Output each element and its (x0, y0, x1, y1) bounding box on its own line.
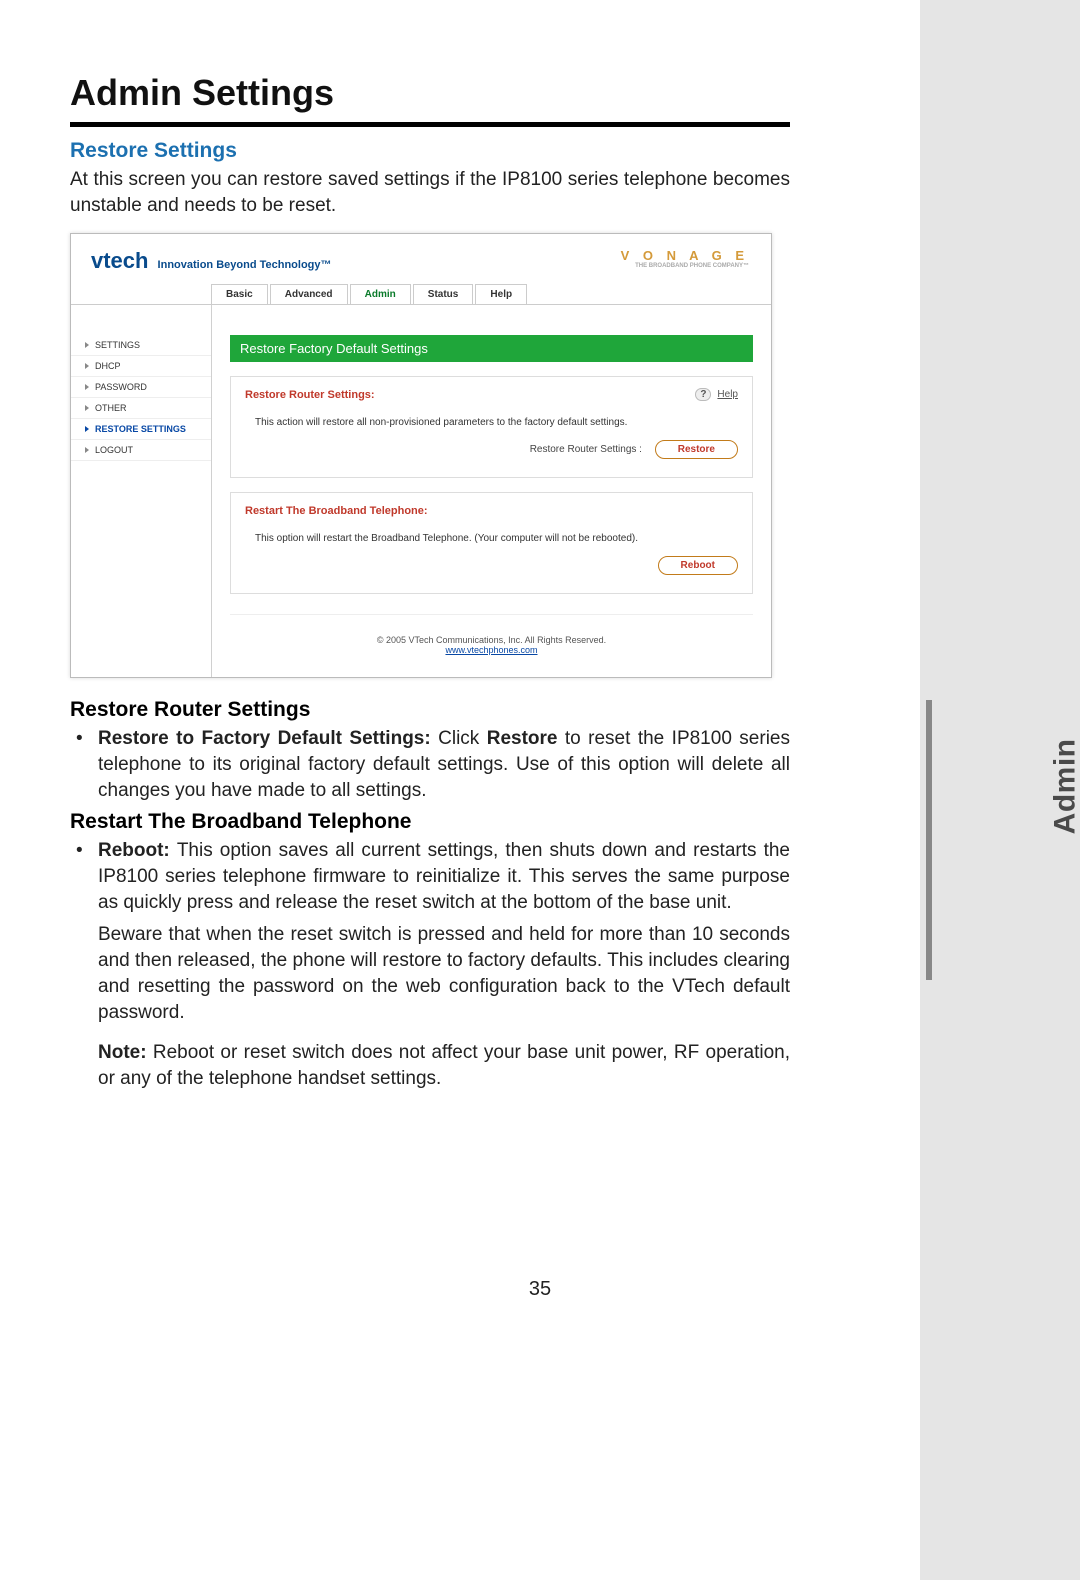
top-tabs: Basic Advanced Admin Status Help (71, 284, 771, 304)
restore-action-label: Restore Router Settings : (530, 444, 642, 455)
bullet-restore: Restore to Factory Default Settings: Cli… (70, 726, 790, 804)
para-note: Note: Reboot or reset switch does not af… (70, 1040, 790, 1092)
side-tab-accent (926, 700, 932, 980)
sidebar-item-other[interactable]: OTHER (71, 398, 211, 419)
intro-text: At this screen you can restore saved set… (70, 167, 790, 219)
help-link[interactable]: ?Help (695, 389, 738, 400)
vtech-slogan: Innovation Beyond Technology™ (158, 259, 332, 271)
tab-status[interactable]: Status (413, 284, 474, 304)
tab-basic[interactable]: Basic (211, 284, 268, 304)
sidebar-item-logout[interactable]: LOGOUT (71, 440, 211, 461)
heading-restore-router: Restore Router Settings (70, 698, 790, 722)
restart-desc: This option will restart the Broadband T… (245, 533, 738, 544)
tab-admin[interactable]: Admin (350, 284, 411, 304)
bullet-reboot: Reboot: This option saves all current se… (70, 838, 790, 916)
sidebar-item-settings[interactable]: SETTINGS (71, 335, 211, 356)
tab-advanced[interactable]: Advanced (270, 284, 348, 304)
vonage-logo: V O N A G E THE BROADBAND PHONE COMPANY™ (621, 248, 749, 269)
side-tab-label: Admin Settings (1044, 700, 1080, 846)
restore-desc: This action will restore all non-provisi… (245, 417, 738, 428)
tab-help[interactable]: Help (475, 284, 527, 304)
help-icon: ? (695, 388, 711, 401)
restore-label: Restore Router Settings: (245, 389, 738, 401)
restart-label: Restart The Broadband Telephone: (245, 505, 738, 517)
footer-link[interactable]: www.vtechphones.com (445, 645, 537, 655)
title-rule (70, 122, 790, 127)
heading-restart: Restart The Broadband Telephone (70, 810, 790, 834)
restart-section: Restart The Broadband Telephone: This op… (230, 492, 753, 594)
restore-section: ?Help Restore Router Settings: This acti… (230, 376, 753, 478)
restore-button[interactable]: Restore (655, 440, 738, 459)
sidebar-item-password[interactable]: PASSWORD (71, 377, 211, 398)
reboot-button[interactable]: Reboot (658, 556, 738, 575)
inset-footer: © 2005 VTech Communications, Inc. All Ri… (230, 614, 753, 667)
sidebar: SETTINGS DHCP PASSWORD OTHER RESTORE SET… (71, 305, 212, 677)
section-heading-restore-settings: Restore Settings (70, 139, 790, 163)
sidebar-item-restore-settings[interactable]: RESTORE SETTINGS (71, 419, 211, 440)
router-admin-screenshot: vtech Innovation Beyond Technology™ V O … (70, 233, 772, 678)
vtech-logo: vtech (91, 248, 148, 274)
page-title: Admin Settings (70, 72, 790, 114)
para-beware: Beware that when the reset switch is pre… (70, 922, 790, 1026)
page-number: 35 (0, 1278, 1080, 1301)
panel-title-bar: Restore Factory Default Settings (230, 335, 753, 362)
sidebar-item-dhcp[interactable]: DHCP (71, 356, 211, 377)
